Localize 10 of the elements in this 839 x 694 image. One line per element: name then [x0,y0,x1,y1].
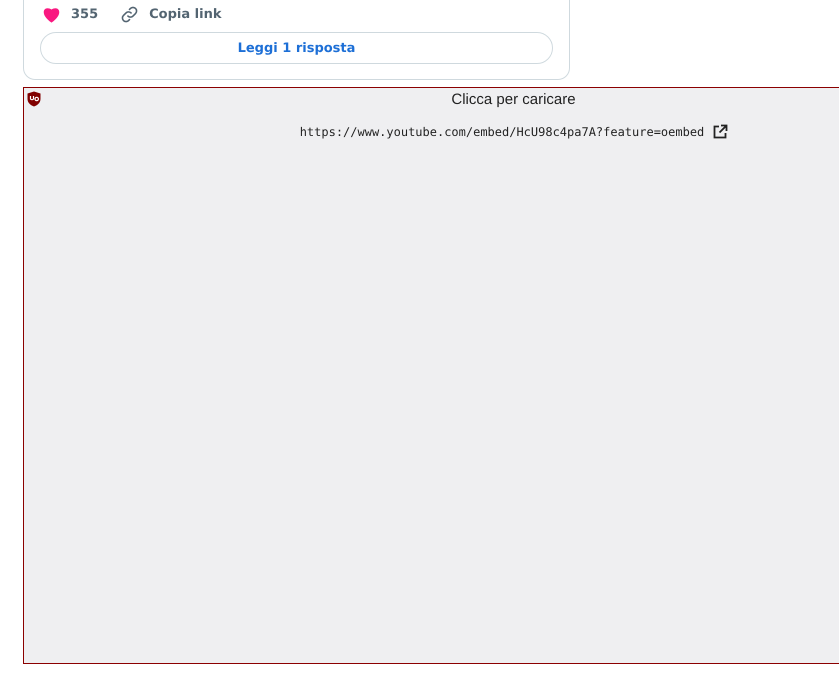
blocked-embed-frame[interactable]: Clicca per caricare https://www.youtube.com/embed/HcU98c4pa7A?feature=oembed [23,87,839,664]
click-to-load-text: Clicca per caricare [451,91,576,108]
like-button[interactable]: 355 [42,6,98,22]
shield-icon [27,91,41,107]
link-icon [120,4,140,24]
external-link-icon[interactable] [712,124,728,140]
copy-link-button[interactable]: Copia link [120,4,222,24]
heart-icon [42,6,61,22]
embed-url: https://www.youtube.com/embed/HcU98c4pa7A?feature=oembed [300,125,704,139]
read-replies-button[interactable]: Leggi 1 risposta [40,32,553,64]
